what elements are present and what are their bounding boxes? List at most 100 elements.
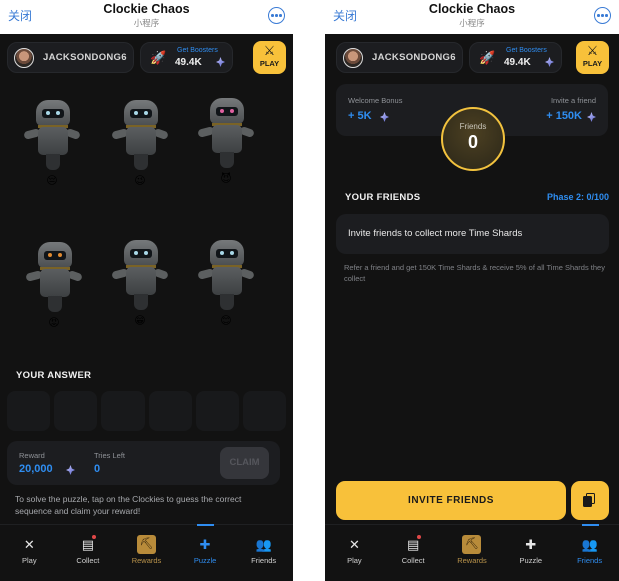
time-shard-icon [380,112,389,122]
nav-tab-rewards[interactable]: ⛏ Rewards [117,525,176,581]
clockie-wink[interactable]: 😉 [110,96,170,191]
get-boosters-button[interactable]: 🚀 Get Boosters 49.4K [140,42,233,73]
tries-left-value: 0 [94,463,101,475]
friends-label: Friends [459,122,487,131]
collect-icon: ▤ [407,537,420,552]
puzzle-screen: 关闭 Clockie Chaos 小程序 JACKSONDONG6 🚀 Get … [0,0,293,581]
answer-slot[interactable] [195,391,239,431]
answer-slot[interactable] [101,391,145,431]
more-dots-icon[interactable] [268,7,285,24]
user-profile-chip[interactable]: JACKSONDONG6 [7,42,134,73]
shards-balance: 49.4K [175,57,202,68]
avatar [343,47,363,68]
more-dots-icon[interactable] [594,7,611,24]
friends-empty-state: Invite friends to collect more Time Shar… [336,214,609,254]
notification-dot [91,535,96,539]
boosters-label: Get Boosters [506,47,547,54]
nav-tab-friends[interactable]: 👥 Friends [234,525,293,581]
nav-label: Friends [251,556,277,565]
app-subtitle: 小程序 [133,18,160,28]
clockie-smile[interactable]: 😊 [196,236,256,331]
time-shard-icon [545,57,554,67]
smile-emoji-icon: 😊 [220,315,232,327]
rocket-icon: 🚀 [479,50,496,65]
nav-label: Puzzle [193,556,217,565]
clockie-grin[interactable]: 😁 [110,236,170,331]
miniprogram-header: 关闭 Clockie Chaos 小程序 [0,0,293,34]
answer-slot[interactable] [242,391,287,431]
nav-label: Collect [76,556,100,565]
crossed-swords-icon: ⚔ [586,43,599,58]
answer-slots [7,391,287,431]
invite-friends-button[interactable]: INVITE FRIENDS [336,481,566,520]
answer-slot[interactable] [148,391,192,431]
nav-label: Rewards [131,556,162,565]
welcome-bonus-value: + 5K [348,110,372,122]
crossed-swords-icon: ⚔ [263,43,276,58]
grin-emoji-icon: 😁 [134,315,146,327]
play-label: PLAY [259,59,280,68]
puzzle-hint: To solve the puzzle, tap on the Clockies… [15,494,242,516]
reward-value: 20,000 [19,463,53,475]
play-button[interactable]: ⚔ PLAY [576,41,609,74]
nav-tab-puzzle[interactable]: ✚ Puzzle [176,524,235,581]
app-subtitle: 小程序 [459,18,485,28]
bottom-nav: ✕ Play ▤ Collect ⛏ Rewards ✚ Puzzle 👥 Friends [325,524,619,581]
avatar [14,47,34,68]
nav-tab-play[interactable]: ✕ Play [325,525,384,581]
username: JACKSONDONG6 [372,52,456,63]
play-icon: ✕ [23,537,35,552]
invite-friend-value: + 150K [546,110,582,122]
boosters-label: Get Boosters [177,47,218,54]
time-shard-icon [587,112,596,122]
username: JACKSONDONG6 [43,52,127,63]
empty-message: Invite friends to collect more Time Shar… [348,228,523,239]
bottom-nav: ✕ Play ▤ Collect ⛏ Rewards ✚ Puzzle 👥 Friends [0,524,293,581]
clockie-angry[interactable]: 😡 [24,238,84,333]
nav-tab-rewards[interactable]: ⛏ Rewards [443,525,502,581]
nav-label: Rewards [457,556,487,565]
claim-button[interactable]: CLAIM [220,447,269,479]
referral-info: Refer a friend and get 150K Time Shards … [344,263,605,283]
puzzle-icon: ✚ [199,537,211,552]
nav-tab-play[interactable]: ✕ Play [0,525,59,581]
user-profile-chip[interactable]: JACKSONDONG6 [336,42,463,73]
nav-label: Play [22,556,37,565]
nav-tab-collect[interactable]: ▤ Collect [384,525,443,581]
collect-icon: ▤ [81,537,95,552]
top-bar: JACKSONDONG6 🚀 Get Boosters 49.4K ⚔ PLAY [336,41,609,74]
pensive-emoji-icon: 😔 [46,175,58,187]
nav-tab-puzzle[interactable]: ✚ Puzzle [501,525,560,581]
get-boosters-button[interactable]: 🚀 Get Boosters 49.4K [469,42,562,73]
app-title: Clockie Chaos [103,2,190,16]
friends-counter: Friends 0 [441,107,505,171]
rewards-icon: ⛏ [136,535,156,554]
friends-screen: 关闭 Clockie Chaos 小程序 JACKSONDONG6 🚀 Get … [325,0,619,581]
wink-emoji-icon: 😉 [134,175,146,187]
play-icon: ✕ [348,537,360,552]
clockie-pensive[interactable]: 😔 [22,96,82,191]
friends-icon: 👥 [581,537,598,552]
nav-tab-friends[interactable]: 👥 Friends [560,524,619,581]
nav-label: Play [347,556,362,565]
nav-tab-collect[interactable]: ▤ Collect [59,525,118,581]
puzzle-icon: ✚ [525,537,537,552]
friends-icon: 👥 [255,537,272,552]
miniprogram-header: 关闭 Clockie Chaos 小程序 [325,0,619,34]
answer-slot[interactable] [54,391,98,431]
friends-count: 0 [467,132,478,152]
reward-card: Reward 20,000 Tries Left 0 CLAIM [7,441,280,485]
rocket-icon: 🚀 [150,50,167,65]
reward-label: Reward [19,451,45,460]
rewards-icon: ⛏ [462,535,482,554]
app-title: Clockie Chaos [428,2,516,16]
devil-emoji-icon: 😈 [220,173,232,185]
answer-slot[interactable] [7,391,51,431]
your-answer-title: YOUR ANSWER [16,370,92,381]
clockie-devil[interactable]: 😈 [196,94,256,189]
time-shard-icon [216,57,225,67]
copy-link-button[interactable] [571,481,609,520]
nav-label: Collect [401,556,425,565]
invite-friend-label: Invite a friend [550,96,596,105]
play-button[interactable]: ⚔ PLAY [253,41,286,74]
